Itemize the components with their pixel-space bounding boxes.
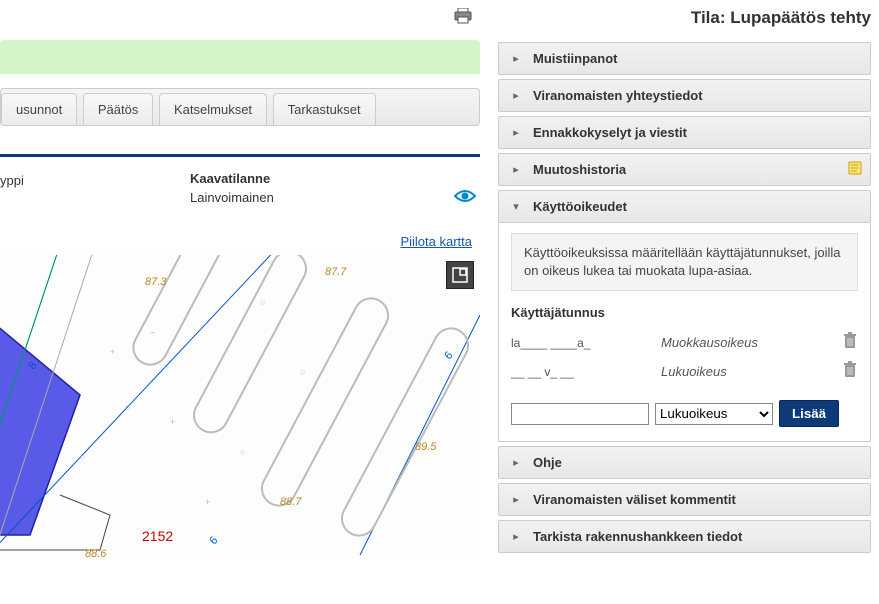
svg-text:○: ○ — [125, 402, 130, 412]
user-row: la____ ____a_ Muokkausoikeus — [511, 328, 858, 357]
map-label: 6 — [207, 534, 221, 546]
info-box: Käyttöoikeuksissa määritellään käyttäjät… — [511, 233, 858, 291]
map-label: 87.3 — [145, 276, 167, 288]
accordion-title: Ennakkokyselyt ja viestit — [533, 125, 687, 140]
note-icon — [848, 161, 862, 178]
accordion-kayttooikeudet[interactable]: ▾ Käyttöoikeudet — [498, 190, 871, 223]
permission-label: Muokkausoikeus — [661, 335, 842, 350]
svg-text:–: – — [150, 327, 155, 337]
tabs-bar: usunnot Päätös Katselmukset Tarkastukset — [0, 88, 480, 126]
chevron-right-icon: ▸ — [509, 530, 523, 543]
accordion-tarkista[interactable]: ▸ Tarkista rakennushankkeen tiedot — [498, 520, 871, 553]
kayttooikeudet-body: Käyttöoikeuksissa määritellään käyttäjät… — [498, 223, 871, 442]
chevron-down-icon: ▾ — [509, 200, 523, 213]
expand-map-icon[interactable] — [446, 261, 474, 289]
accordion-muistiinpanot[interactable]: ▸ Muistiinpanot — [498, 42, 871, 75]
username-input[interactable] — [511, 403, 649, 425]
accordion-viranomaisten-yhteystiedot[interactable]: ▸ Viranomaisten yhteystiedot — [498, 79, 871, 112]
chevron-right-icon: ▸ — [509, 163, 523, 176]
chevron-right-icon: ▸ — [509, 493, 523, 506]
chevron-right-icon: ▸ — [509, 126, 523, 139]
yppi-label: yppi — [0, 173, 24, 188]
accordion-viranomaisten-kommentit[interactable]: ▸ Viranomaisten väliset kommentit — [498, 483, 871, 516]
permission-label: Lukuoikeus — [661, 364, 842, 379]
username: __ __ v_ __ — [511, 365, 661, 379]
svg-text:○: ○ — [240, 447, 245, 457]
svg-text:+: + — [170, 417, 175, 427]
tab-katselmukset[interactable]: Katselmukset — [159, 93, 267, 125]
map-label: 88.6 — [85, 548, 107, 559]
user-header: Käyttäjätunnus — [511, 305, 858, 320]
svg-text:+: + — [110, 347, 115, 357]
kaavatilanne-title: Kaavatilanne — [190, 171, 454, 186]
accordion-title: Tarkista rakennushankkeen tiedot — [533, 529, 742, 544]
eye-icon[interactable] — [454, 189, 476, 206]
trash-icon[interactable] — [842, 332, 858, 353]
chevron-right-icon: ▸ — [509, 89, 523, 102]
permission-select[interactable]: Lukuoikeus — [655, 403, 773, 425]
tab-paatos[interactable]: Päätös — [83, 93, 153, 125]
print-icon[interactable] — [454, 8, 472, 27]
status-label: Tila: — [691, 8, 726, 27]
map-label: 6 — [442, 349, 456, 361]
map-label: 89.5 — [415, 441, 437, 453]
user-row: __ __ v_ __ Lukuoikeus — [511, 357, 858, 386]
trash-icon[interactable] — [842, 361, 858, 382]
accordion-title: Ohje — [533, 455, 562, 470]
map-label: 2152 — [142, 528, 173, 544]
accordion-title: Muutoshistoria — [533, 162, 626, 177]
accordion-title: Viranomaisten väliset kommentit — [533, 492, 736, 507]
tab-usunnot[interactable]: usunnot — [1, 93, 77, 125]
notification-bar — [0, 40, 480, 74]
accordion-title: Käyttöoikeudet — [533, 199, 627, 214]
kaavatilanne-value: Lainvoimainen — [190, 190, 454, 205]
hide-map-link[interactable]: Piilota kartta — [400, 234, 472, 249]
chevron-right-icon: ▸ — [509, 456, 523, 469]
accordion-muutoshistoria[interactable]: ▸ Muutoshistoria — [498, 153, 871, 186]
add-button[interactable]: Lisää — [779, 400, 839, 427]
username: la____ ____a_ — [511, 336, 661, 350]
accordion-ennakkokyselyt[interactable]: ▸ Ennakkokyselyt ja viestit — [498, 116, 871, 149]
svg-text:+: + — [205, 497, 210, 507]
svg-text:○: ○ — [300, 367, 305, 377]
svg-text:○: ○ — [80, 452, 85, 462]
accordion-ohje[interactable]: ▸ Ohje — [498, 446, 871, 479]
section-divider — [0, 154, 480, 157]
accordion-title: Muistiinpanot — [533, 51, 618, 66]
status-header: Tila: Lupapäätös tehty — [498, 0, 871, 42]
accordion-title: Viranomaisten yhteystiedot — [533, 88, 703, 103]
map-label: 88.7 — [280, 496, 302, 508]
status-value-text: Lupapäätös tehty — [730, 8, 871, 27]
tab-tarkastukset[interactable]: Tarkastukset — [273, 93, 376, 125]
map-label: 87.7 — [325, 266, 347, 278]
map-viewport[interactable]: + – + + ○ ○ ○ ○ ○ 87.3 87.7 89.5 88.7 2152 8… — [0, 255, 480, 559]
svg-text:○: ○ — [260, 297, 265, 307]
chevron-right-icon: ▸ — [509, 52, 523, 65]
